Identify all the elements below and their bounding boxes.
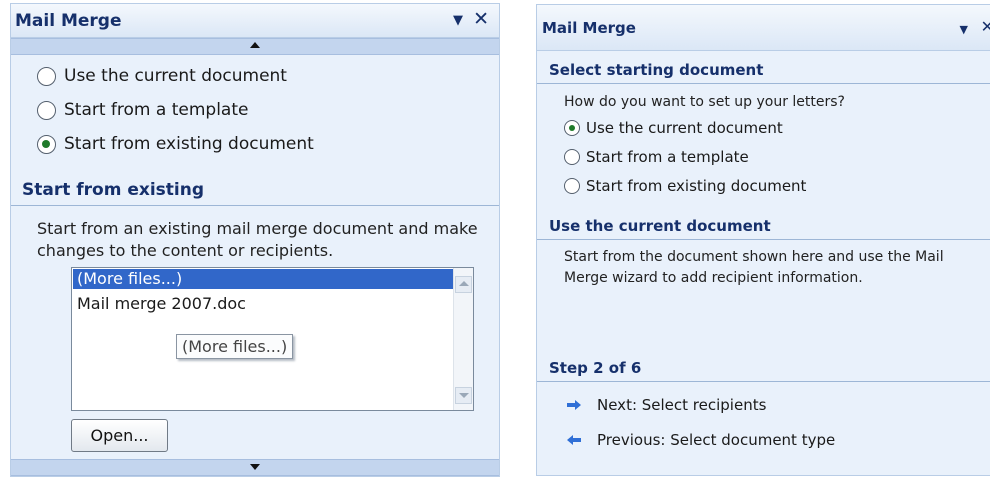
radio-label: Use the current document — [64, 66, 287, 86]
right-mail-merge-pane: Mail Merge ▼ ✕ Select starting document … — [536, 4, 990, 476]
section-heading-start-from-existing: Start from existing — [11, 180, 499, 206]
section-description: Start from an existing mail merge docume… — [37, 219, 478, 260]
listbox-scroll-down-button[interactable] — [455, 387, 472, 404]
step-indicator: Step 2 of 6 — [537, 359, 990, 382]
radio-label: Start from a template — [64, 100, 249, 120]
radio-button[interactable] — [564, 178, 580, 194]
scroll-up-arrow-icon — [250, 42, 260, 48]
pane-scroll-down-button[interactable] — [11, 459, 499, 476]
pane-options-dropdown-icon[interactable]: ▼ — [960, 24, 968, 35]
scroll-up-icon — [459, 281, 469, 286]
radio-button-checked[interactable] — [564, 120, 580, 136]
previous-select-document-type-link[interactable]: Previous: Select document type — [567, 431, 835, 449]
arrow-right-icon — [567, 400, 581, 410]
radio-label: Start from a template — [586, 148, 749, 166]
open-button[interactable]: Open... — [71, 419, 168, 452]
close-pane-icon[interactable]: ✕ — [981, 19, 990, 35]
existing-documents-listbox[interactable]: (More files...) Mail merge 2007.doc (Mor… — [71, 267, 474, 411]
radio-button[interactable] — [37, 66, 56, 86]
right-pane-title: Mail Merge — [542, 19, 636, 37]
radio-button[interactable] — [564, 149, 580, 165]
right-radio-from-existing[interactable]: Start from existing document — [564, 177, 806, 195]
section-heading-use-current-document: Use the current document — [537, 217, 990, 240]
listbox-scroll-up-button[interactable] — [455, 276, 472, 293]
radio-button[interactable] — [37, 100, 56, 120]
pane-options-dropdown-icon[interactable]: ▼ — [453, 14, 463, 27]
previous-link-label: Previous: Select document type — [597, 431, 836, 449]
left-radio-from-existing[interactable]: Start from existing document — [37, 134, 314, 154]
left-mail-merge-pane: Mail Merge ▼ ✕ Use the current document … — [10, 3, 500, 477]
close-pane-icon[interactable]: ✕ — [473, 10, 489, 29]
scroll-down-arrow-icon — [250, 464, 260, 470]
left-pane-titlebar: Mail Merge ▼ ✕ — [11, 4, 499, 38]
more-files-tooltip: (More files...) — [176, 334, 294, 359]
arrow-left-icon — [567, 435, 581, 445]
section-heading-select-starting-document: Select starting document — [537, 61, 990, 84]
left-pane-title: Mail Merge — [15, 11, 122, 31]
left-radio-use-current[interactable]: Use the current document — [37, 66, 287, 86]
next-link-label: Next: Select recipients — [597, 396, 767, 414]
next-select-recipients-link[interactable]: Next: Select recipients — [567, 396, 766, 414]
list-item-more-files[interactable]: (More files...) — [73, 269, 455, 289]
radio-label: Start from existing document — [64, 134, 314, 154]
list-item-document[interactable]: Mail merge 2007.doc — [73, 294, 246, 314]
section-description-line1: Start from the document shown here and u… — [564, 249, 944, 265]
scroll-down-icon — [459, 393, 469, 398]
left-radio-from-template[interactable]: Start from a template — [37, 100, 248, 120]
pane-scroll-up-button[interactable] — [11, 38, 499, 55]
listbox-scrollbar[interactable] — [453, 268, 473, 410]
right-radio-use-current[interactable]: Use the current document — [564, 119, 783, 137]
radio-button-checked[interactable] — [37, 134, 56, 154]
radio-label: Start from existing document — [586, 177, 807, 195]
radio-label: Use the current document — [586, 119, 783, 137]
right-radio-from-template[interactable]: Start from a template — [564, 148, 749, 166]
section-description-line2: Merge wizard to add recipient informatio… — [564, 270, 863, 286]
setup-question: How do you want to set up your letters? — [564, 94, 845, 110]
right-pane-titlebar: Mail Merge ▼ ✕ — [537, 5, 990, 51]
